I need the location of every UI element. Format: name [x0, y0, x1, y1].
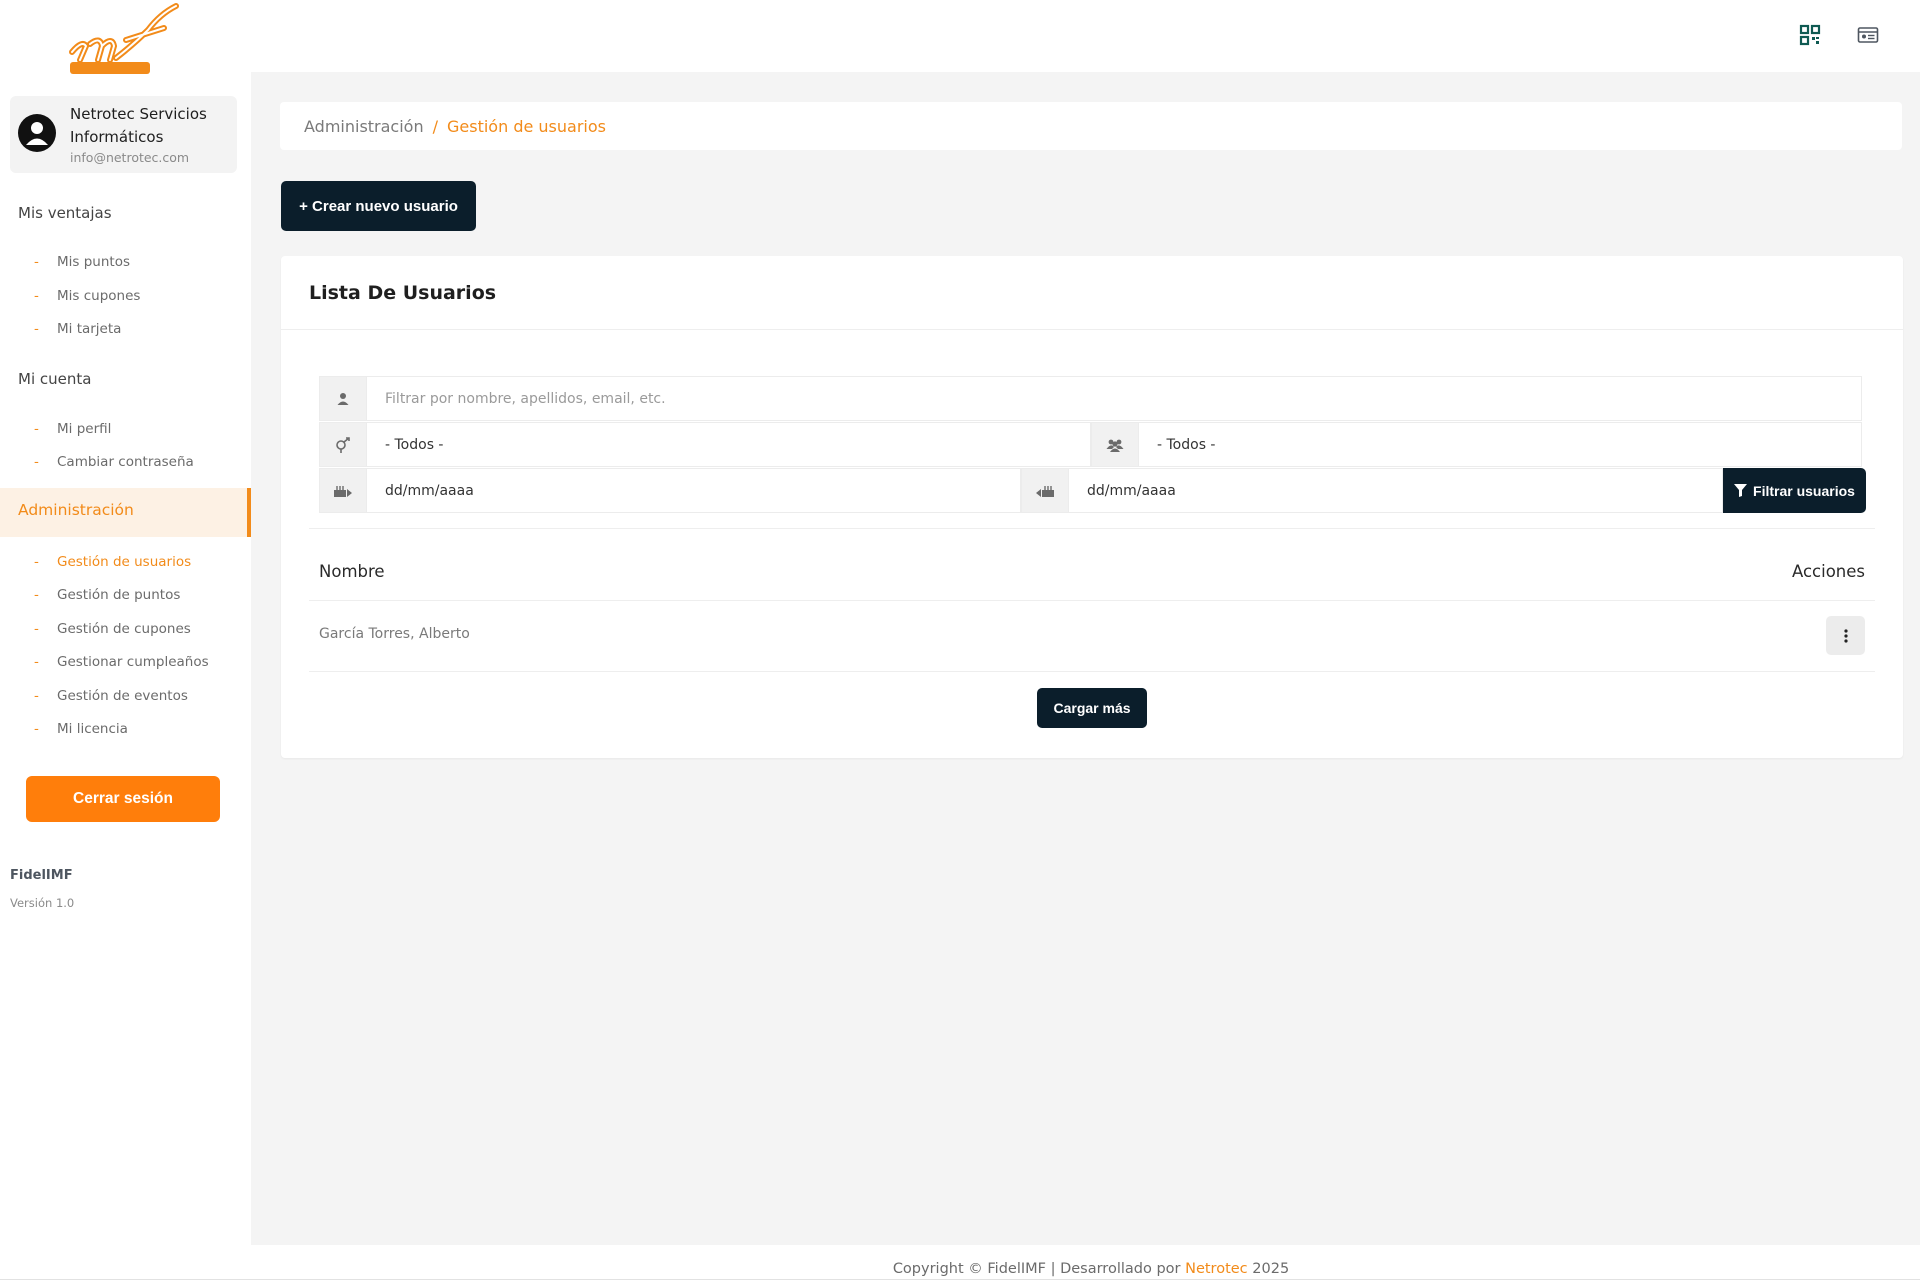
nav-item-mis-cupones[interactable]: - Mis cupones: [34, 288, 140, 304]
footer: Copyright © FidelIMF | Desarrollado por …: [0, 1245, 1920, 1280]
logout-button[interactable]: Cerrar sesión: [26, 776, 220, 822]
nav-item-gestion-usuarios[interactable]: - Gestión de usuarios: [34, 554, 191, 570]
birthday-cake-to-icon: [1036, 485, 1054, 497]
card-divider: [281, 329, 1903, 330]
nav-item-mis-puntos[interactable]: - Mis puntos: [34, 254, 130, 270]
footer-copyright: Copyright © FidelIMF | Desarrollado por: [892, 1261, 1181, 1277]
profile-email: info@netrotec.com: [70, 150, 190, 165]
qr-code-icon[interactable]: [1799, 24, 1821, 46]
app-version: Versión 1.0: [10, 896, 75, 910]
create-user-button[interactable]: + Crear nuevo usuario: [281, 181, 476, 231]
user-icon: [337, 392, 349, 405]
id-card-icon[interactable]: [1857, 24, 1879, 46]
row-actions-button[interactable]: [1826, 616, 1865, 655]
card-title: Lista De Usuarios: [309, 282, 497, 304]
footer-brand-link[interactable]: Netrotec: [1185, 1261, 1248, 1277]
gender-addon: [319, 422, 367, 467]
table-row-divider: [309, 671, 1875, 672]
breadcrumb-separator: /: [432, 116, 438, 136]
filter-users-label: Filtrar usuarios: [1753, 482, 1855, 499]
filters-divider: [309, 528, 1875, 529]
nav-item-mi-perfil[interactable]: - Mi perfil: [34, 421, 111, 437]
sidebar: Netrotec Servicios Informáticos info@net…: [0, 0, 251, 1245]
birthday-cake-from-icon: [334, 485, 352, 497]
brand-logo[interactable]: [64, 0, 184, 76]
top-bar: [251, 0, 1920, 72]
nav-section-administracion[interactable]: Administración: [18, 501, 134, 519]
profile-card: Netrotec Servicios Informáticos info@net…: [10, 96, 237, 173]
date-to-addon: [1021, 468, 1069, 513]
breadcrumb: Administración / Gestión de usuarios: [280, 102, 1902, 150]
nav-item-gestionar-cumpleanos[interactable]: - Gestionar cumpleaños: [34, 654, 209, 670]
search-input[interactable]: Filtrar por nombre, apellidos, email, et…: [367, 376, 1862, 421]
nav-item-gestion-cupones[interactable]: - Gestión de cupones: [34, 621, 191, 637]
users-card: Lista De Usuarios Filtrar por nombre, ap…: [281, 256, 1903, 758]
date-to-input[interactable]: dd/mm/aaaa: [1069, 468, 1723, 513]
nav-section-mis-ventajas[interactable]: Mis ventajas: [18, 204, 112, 222]
select-filter-row: - Todos - - Todos -: [319, 422, 1862, 468]
column-header-name: Nombre: [319, 562, 385, 581]
breadcrumb-root[interactable]: Administración: [304, 117, 424, 136]
users-group-icon: [1106, 439, 1124, 452]
user-avatar-icon: [18, 114, 56, 152]
group-addon: [1091, 422, 1139, 467]
profile-name: Netrotec Servicios Informáticos: [70, 105, 207, 146]
date-from-input[interactable]: dd/mm/aaaa: [367, 468, 1021, 513]
search-addon: [319, 376, 367, 421]
filter-icon: [1734, 484, 1748, 497]
nav-section-mi-cuenta[interactable]: Mi cuenta: [18, 370, 91, 388]
group-select[interactable]: - Todos -: [1139, 422, 1862, 467]
nav-item-gestion-eventos[interactable]: - Gestión de eventos: [34, 688, 188, 704]
nav-item-gestion-puntos[interactable]: - Gestión de puntos: [34, 587, 180, 603]
app-name: FidelIMF: [10, 868, 73, 883]
kebab-menu-icon: [1843, 628, 1848, 643]
table-row-name: García Torres, Alberto: [319, 626, 470, 642]
footer-text: Copyright © FidelIMF | Desarrollado por …: [0, 1261, 1920, 1277]
nav-item-mi-licencia[interactable]: - Mi licencia: [34, 721, 128, 737]
gender-select[interactable]: - Todos -: [367, 422, 1091, 467]
nav-item-mi-tarjeta[interactable]: - Mi tarjeta: [34, 321, 121, 337]
date-filter-row: dd/mm/aaaa dd/mm/aaaa Filtrar usuarios: [319, 468, 1866, 514]
breadcrumb-current: Gestión de usuarios: [447, 116, 606, 136]
gender-icon: [336, 436, 350, 453]
filter-users-button[interactable]: Filtrar usuarios: [1723, 468, 1866, 513]
column-header-actions: Acciones: [1791, 562, 1865, 581]
table-header-divider: [309, 600, 1875, 601]
load-more-button[interactable]: Cargar más: [1037, 688, 1147, 728]
nav-item-cambiar-contrasena[interactable]: - Cambiar contraseña: [34, 454, 194, 470]
search-filter-row: Filtrar por nombre, apellidos, email, et…: [319, 376, 1862, 422]
date-from-addon: [319, 468, 367, 513]
footer-year: 2025: [1252, 1261, 1290, 1277]
